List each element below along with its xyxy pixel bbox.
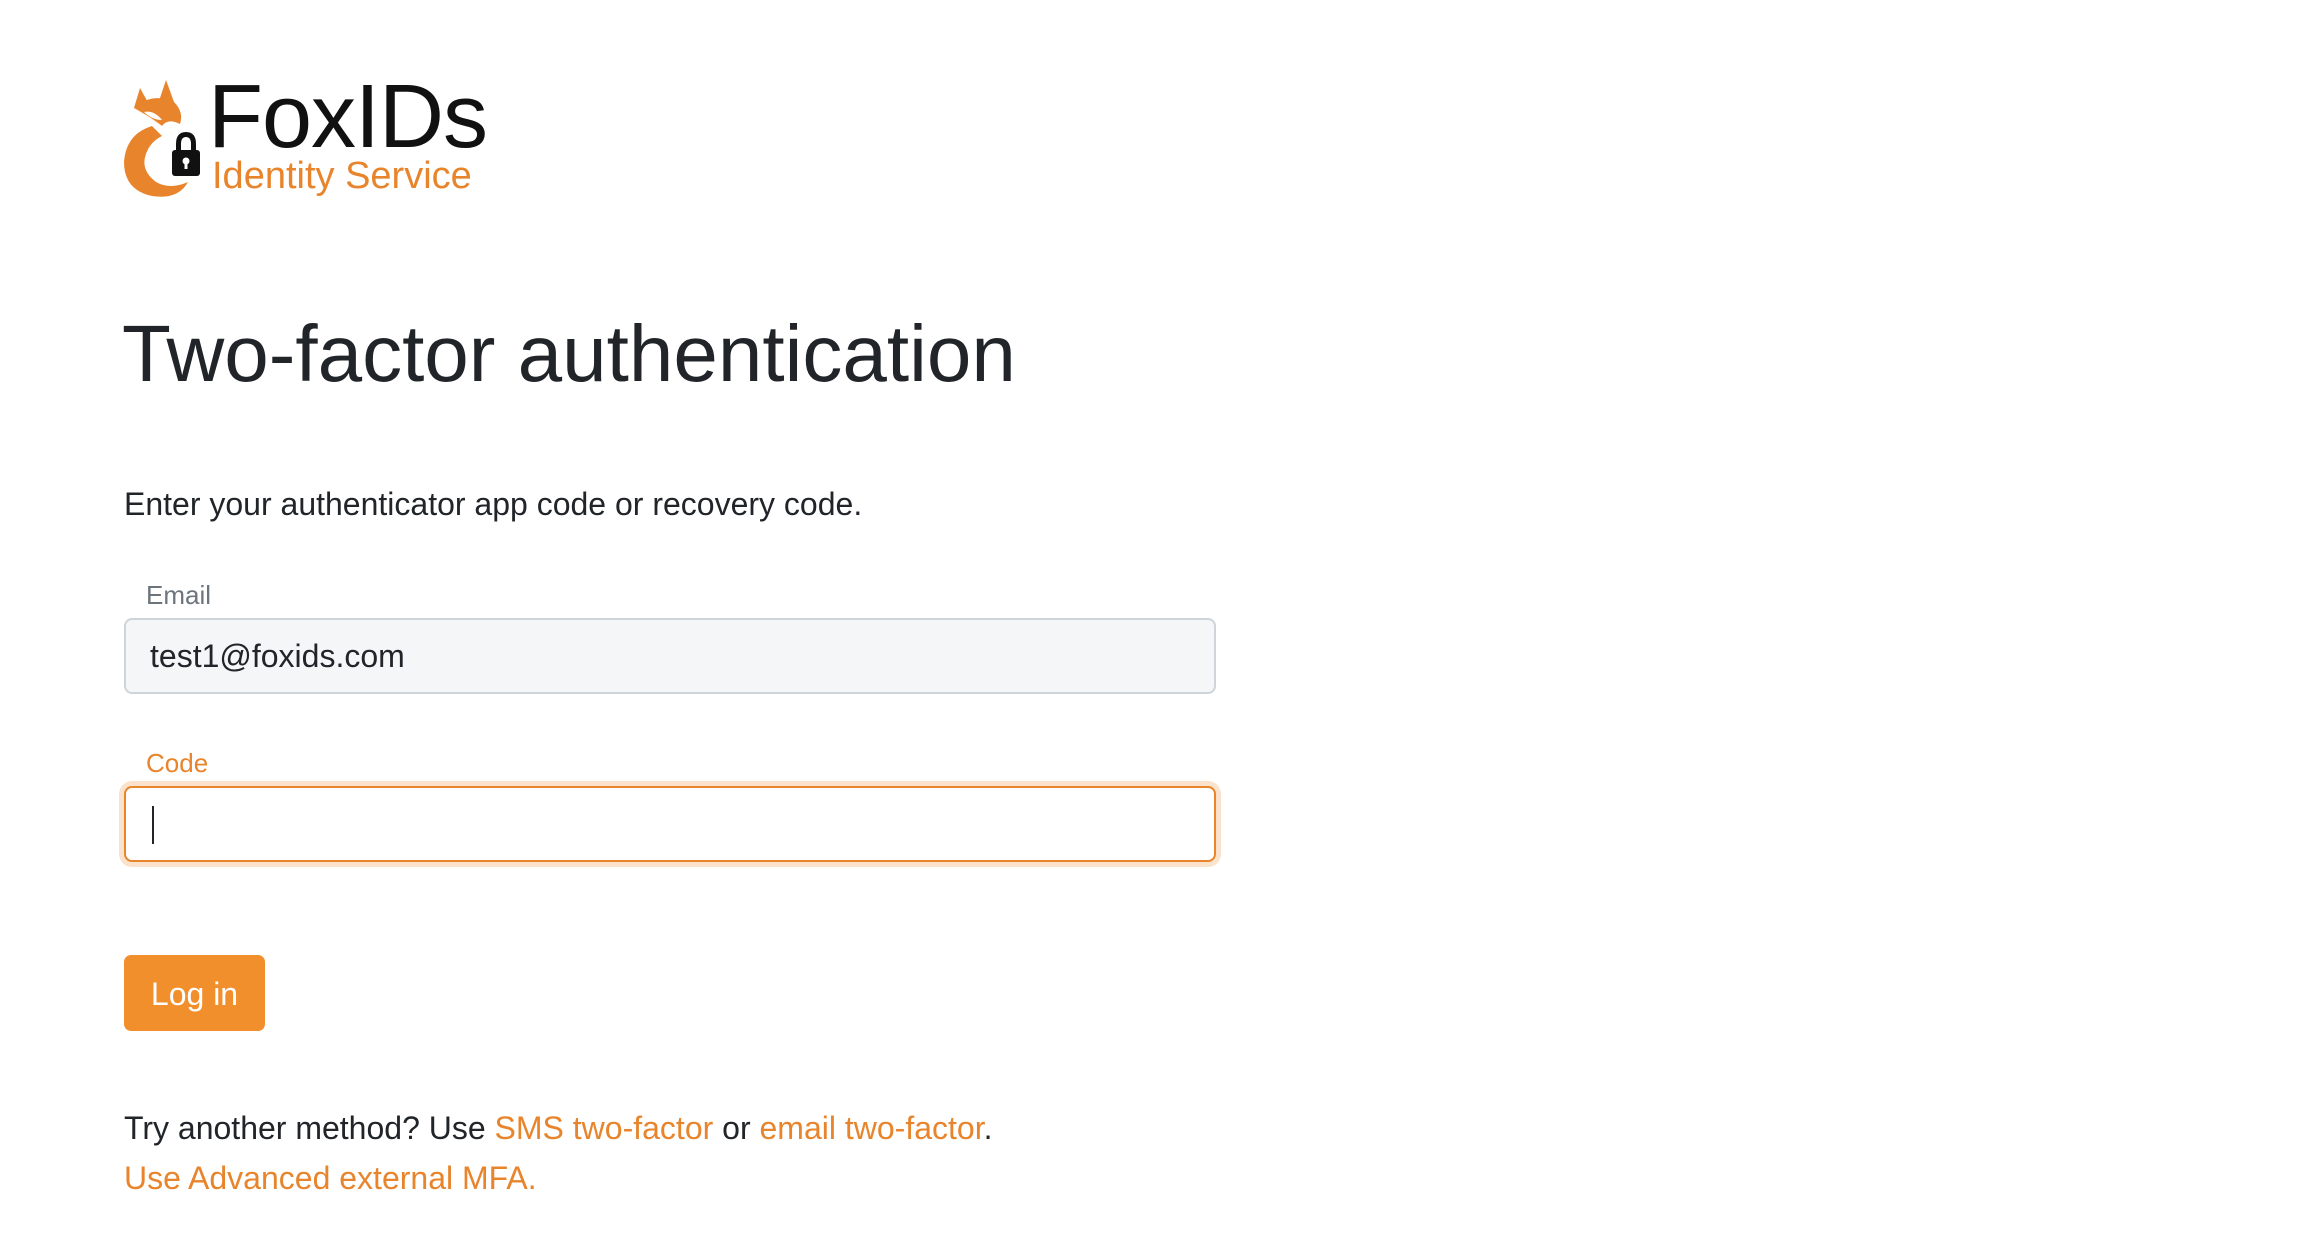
alternative-prefix-text: Try another method? Use <box>124 1110 495 1146</box>
brand-title: FoxIDs <box>208 67 488 167</box>
alternative-suffix-text: . <box>983 1110 993 1146</box>
text-caret <box>152 806 154 844</box>
instruction-text: Enter your authenticator app code or rec… <box>124 486 863 522</box>
email-two-factor-link[interactable]: email two-factor <box>760 1110 984 1146</box>
external-mfa-line: Use Advanced external MFA. <box>124 1158 537 1198</box>
code-input[interactable] <box>126 788 1214 860</box>
code-field-wrapper[interactable] <box>124 786 1216 862</box>
two-factor-page: FoxIDs Identity Service Two-factor authe… <box>0 0 2321 1244</box>
alternative-methods-line: Try another method? Use SMS two-factor o… <box>124 1108 992 1148</box>
brand-subtitle: Identity Service <box>212 155 472 197</box>
alternative-joiner-text: or <box>713 1110 760 1146</box>
email-field: test1@foxids.com <box>124 618 1216 694</box>
email-value: test1@foxids.com <box>150 638 405 674</box>
foxids-logo: FoxIDs Identity Service <box>122 72 488 202</box>
external-mfa-link[interactable]: Use Advanced external MFA. <box>124 1160 537 1196</box>
email-label: Email <box>146 580 212 610</box>
code-label: Code <box>146 748 209 778</box>
page-title: Two-factor authentication <box>122 309 1016 398</box>
sms-two-factor-link[interactable]: SMS two-factor <box>495 1110 714 1146</box>
fox-lock-icon <box>124 80 200 197</box>
log-in-button[interactable]: Log in <box>124 955 265 1031</box>
